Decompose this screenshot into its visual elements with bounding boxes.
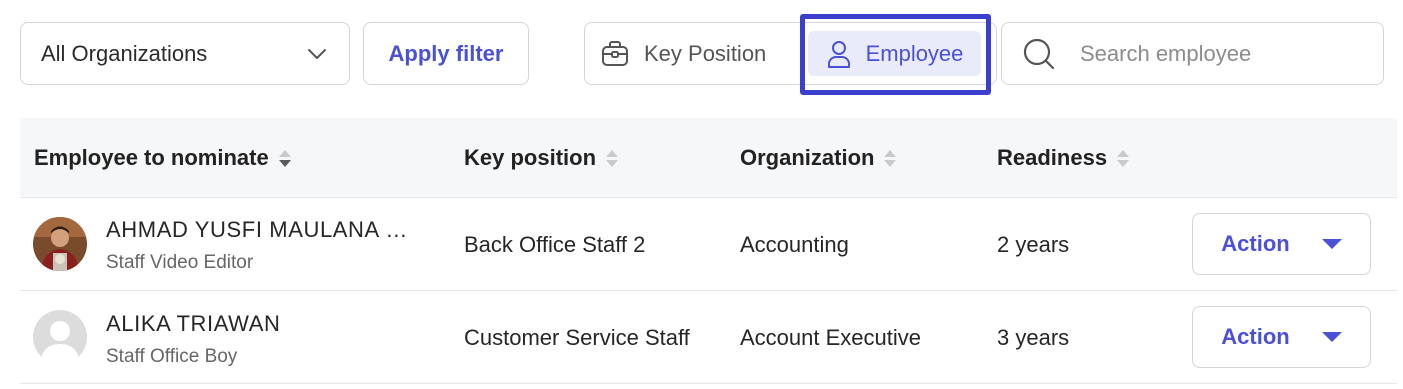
action-label: Action [1221, 324, 1290, 349]
key-position-toggle[interactable]: Key Position [600, 28, 796, 79]
column-header-key-position[interactable]: Key position [464, 118, 619, 198]
caret-down-icon [1321, 332, 1342, 342]
employee-title: Staff Video Editor [106, 252, 254, 273]
sort-icon [606, 149, 619, 167]
organization-cell: Account Executive [740, 325, 921, 350]
column-header-employee[interactable]: Employee to nominate [34, 118, 291, 198]
employee-name: ALIKA TRIAWAN [106, 311, 281, 336]
search-icon [1023, 38, 1055, 69]
organization-select-value: All Organizations [41, 40, 208, 66]
column-header-label: Organization [740, 145, 875, 170]
column-header-organization[interactable]: Organization [740, 118, 897, 198]
briefcase-icon [602, 40, 628, 66]
column-header-readiness[interactable]: Readiness [997, 118, 1130, 198]
employee-toggle-highlight [800, 14, 991, 95]
caret-down-icon [1321, 239, 1342, 249]
column-header-label: Readiness [997, 145, 1108, 170]
employee-title: Staff Office Boy [106, 346, 238, 367]
column-header-label: Employee to nominate [34, 145, 269, 170]
organization-select[interactable]: All Organizations [20, 22, 350, 85]
employee-name: AHMAD YUSFI MAULANA … [106, 217, 408, 242]
avatar [33, 310, 87, 364]
chevron-down-icon [308, 48, 326, 59]
row-divider [20, 383, 1397, 384]
apply-filter-button[interactable]: Apply filter [363, 22, 529, 85]
photo-avatar-image [33, 217, 87, 271]
readiness-cell: 3 years [997, 325, 1070, 350]
sort-icon [884, 149, 897, 167]
key-position-label: Key Position [644, 40, 767, 66]
sort-icon [1117, 149, 1130, 167]
action-label: Action [1221, 231, 1290, 256]
organization-cell: Accounting [740, 232, 849, 257]
action-button[interactable]: Action [1192, 213, 1371, 275]
sort-icon [278, 149, 291, 167]
key-position-cell: Back Office Staff 2 [464, 232, 646, 257]
row-divider [20, 290, 1397, 291]
default-avatar-icon [33, 310, 87, 364]
column-header-label: Key position [464, 145, 597, 170]
search-input[interactable] [1078, 39, 1362, 68]
key-position-cell: Customer Service Staff [464, 325, 690, 350]
avatar [33, 217, 87, 271]
search-box[interactable] [1001, 22, 1384, 85]
action-button[interactable]: Action [1192, 306, 1371, 368]
readiness-cell: 2 years [997, 232, 1070, 257]
